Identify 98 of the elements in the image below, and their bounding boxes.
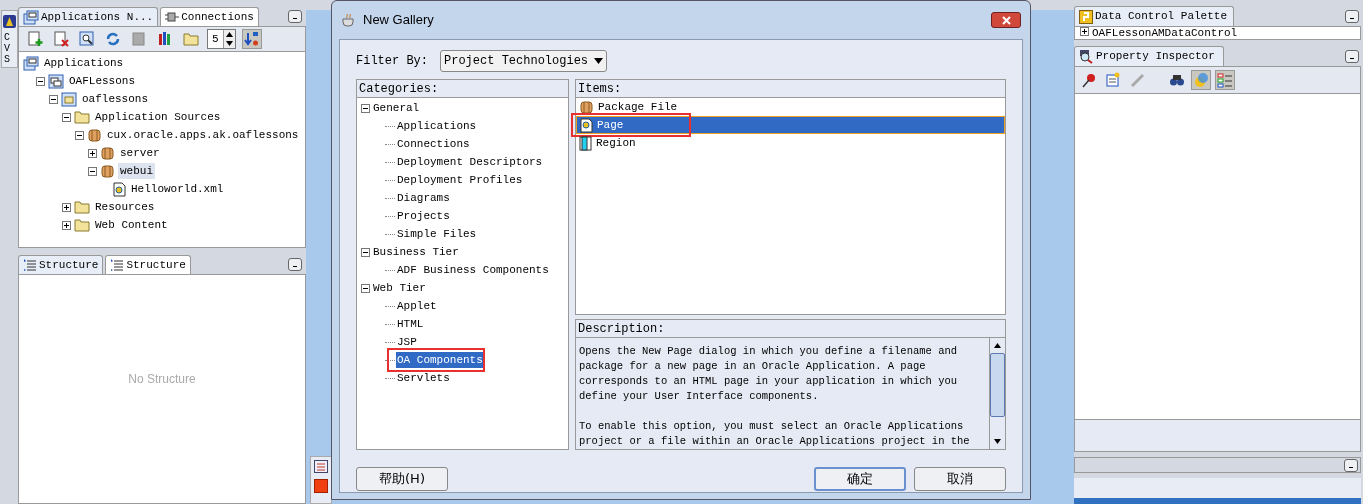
project-icon [61, 91, 77, 107]
spin-down-icon[interactable] [225, 39, 233, 48]
spin-up-icon[interactable] [225, 30, 233, 39]
close-button[interactable] [991, 12, 1021, 28]
folder-icon [74, 110, 90, 124]
category-item[interactable]: Servlets [396, 369, 451, 387]
minimize-button[interactable] [1345, 50, 1359, 63]
new-icon[interactable] [25, 29, 45, 49]
file-icon [113, 181, 126, 197]
gallery-item[interactable]: Package File [576, 98, 1005, 116]
package-icon [87, 127, 102, 143]
ok-button[interactable]: 确定 [814, 467, 906, 491]
palette-icon [1079, 9, 1093, 24]
expand-toggle[interactable] [62, 220, 71, 230]
panel-tab[interactable]: Connections [160, 7, 259, 26]
tree-item[interactable]: oaflessons [80, 90, 150, 108]
coffee-cup-icon [341, 13, 357, 27]
delete-icon[interactable] [51, 29, 71, 49]
expand-toggle[interactable] [1080, 27, 1089, 36]
tree-item[interactable]: OAFLessons [67, 72, 137, 90]
tree-item[interactable]: server [118, 144, 162, 162]
page-icon [580, 117, 593, 133]
tree-item[interactable]: cux.oracle.apps.ak.oaflessons [105, 126, 301, 144]
log-icon[interactable] [314, 460, 328, 473]
applications-icon [23, 9, 39, 25]
cvs-icon [2, 15, 16, 28]
minimize-button[interactable] [1345, 10, 1359, 23]
category-item[interactable]: Business Tier [373, 243, 459, 261]
tree-item[interactable]: Application Sources [93, 108, 223, 126]
category-item[interactable]: OA Components [396, 351, 484, 369]
categories-label: Categories: [357, 80, 568, 98]
search-icon[interactable] [77, 29, 97, 49]
collapse-toggle[interactable] [88, 166, 97, 176]
applications-icon [23, 55, 39, 71]
category-item[interactable]: HTML [396, 315, 425, 333]
tree-item[interactable]: Web Content [93, 216, 170, 234]
application-icon [48, 73, 64, 89]
category-item[interactable]: Deployment Descriptors [396, 153, 544, 171]
description-label: Description: [576, 320, 1005, 338]
minimize-button[interactable] [1344, 458, 1358, 472]
close-icon [1001, 15, 1011, 25]
expand-toggle[interactable] [88, 148, 97, 158]
inspector-tab[interactable]: Property Inspector [1074, 46, 1224, 66]
folder-icon [74, 218, 90, 232]
items-label: Items: [576, 80, 1005, 98]
folder-icon [74, 200, 90, 214]
inspect-icon [1079, 49, 1094, 64]
category-item[interactable]: Web Tier [373, 279, 426, 297]
category-item[interactable]: Deployment Profiles [396, 171, 524, 189]
collapse-toggle[interactable] [49, 94, 58, 104]
category-item[interactable]: ADF Business Components [396, 261, 550, 279]
categories-icon[interactable] [1215, 70, 1235, 90]
panel-tab[interactable]: Structure [18, 255, 104, 274]
scroll-thumb[interactable] [990, 353, 1005, 417]
package-icon [100, 163, 115, 179]
description-text: Opens the New Page dialog in which you define a filename and package for a new page in an Oracle Application. A page corresponds to an HTML page in your application in which you define your User Interface components. To enable this option, you must select an Oracle Applications project or a file within an Oracle Applications project in the [578, 344, 971, 449]
caret-icon [594, 58, 604, 64]
collapse-toggle[interactable] [361, 247, 370, 257]
region-icon [579, 135, 592, 151]
panel-tab[interactable]: Applications N... [18, 7, 159, 26]
filter-dropdown[interactable]: Project Technologies [440, 50, 608, 72]
collapse-toggle[interactable] [361, 103, 370, 113]
collapse-toggle[interactable] [36, 76, 45, 86]
side-tab[interactable]: CVS [0, 10, 18, 68]
category-item[interactable]: Applications [396, 117, 478, 135]
scrollbar[interactable] [989, 338, 1005, 449]
tree-item[interactable]: Resources [93, 198, 157, 216]
category-item[interactable]: Simple Files [396, 225, 478, 243]
category-item[interactable]: Diagrams [396, 189, 451, 207]
list-icon [23, 258, 37, 272]
level-spinner[interactable]: 5 [207, 29, 236, 49]
list-icon [110, 258, 125, 272]
dialog-title: New Gallery [363, 11, 435, 30]
category-item[interactable]: Projects [396, 207, 451, 225]
collapse-toggle[interactable] [361, 283, 370, 293]
plug-icon [165, 10, 180, 24]
collapse-toggle[interactable] [62, 112, 71, 122]
filter-label: Filter By: [356, 53, 428, 70]
cancel-button[interactable]: 取消 [914, 467, 1006, 491]
tree-item[interactable]: Helloworld.xml [129, 180, 226, 198]
minimize-button[interactable] [288, 10, 302, 23]
category-item[interactable]: General [373, 99, 420, 117]
package-icon [100, 145, 115, 161]
category-item[interactable]: JSP [396, 333, 418, 351]
expand-toggle[interactable] [62, 202, 71, 212]
panel-tab[interactable]: Structure [105, 255, 191, 274]
category-item[interactable]: Applet [396, 297, 438, 315]
category-item[interactable]: Connections [396, 135, 471, 153]
palette-tab[interactable]: Data Control Palette [1074, 6, 1234, 26]
help-button[interactable]: 帮助(H) [356, 467, 448, 491]
collapse-toggle[interactable] [75, 130, 84, 140]
tree-item[interactable]: webui [118, 162, 155, 180]
empty-message: No Structure [128, 371, 196, 388]
gallery-item[interactable]: Region [576, 134, 1005, 152]
tree-item[interactable]: Applications [42, 54, 126, 72]
minimize-button[interactable] [288, 258, 302, 271]
package-icon [579, 99, 594, 115]
sort-icon[interactable] [241, 29, 262, 49]
